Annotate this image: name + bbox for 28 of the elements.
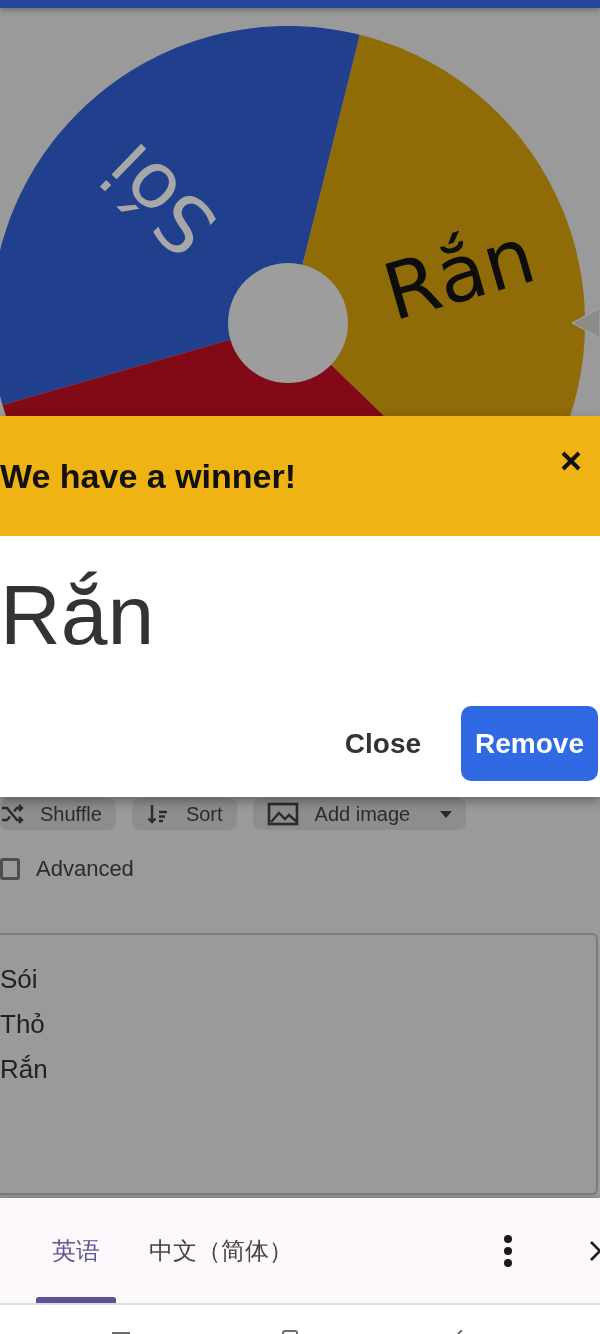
language-tab[interactable]: 英语: [36, 1198, 116, 1303]
checkbox[interactable]: [0, 858, 20, 880]
slice-label: Sói: [85, 125, 235, 274]
text-button[interactable]: Close: [330, 706, 436, 781]
entry-line: Rắn: [0, 1053, 49, 1086]
entries-field[interactable]: Sói Thỏ Rắn: [0, 933, 598, 1195]
nav-icon[interactable]: [455, 1330, 463, 1334]
entry-line: Sói: [0, 963, 39, 996]
winner-name: Rắn: [0, 567, 155, 664]
entry-line: Thỏ: [0, 1008, 46, 1041]
more-options-icon[interactable]: [504, 1234, 512, 1267]
wheel-hub[interactable]: [228, 263, 348, 383]
language-tab[interactable]: 中文（简体）: [133, 1198, 309, 1303]
sort-button[interactable]: Sort: [131, 798, 237, 830]
close-icon[interactable]: [561, 451, 581, 471]
sort-icon: [145, 802, 170, 826]
add-image-button[interactable]: Add image: [252, 798, 467, 830]
nav-icon[interactable]: [112, 1330, 130, 1334]
slice-label: Rắn: [373, 209, 545, 339]
nav-icon[interactable]: [282, 1330, 298, 1334]
chevron-icon[interactable]: [590, 1240, 600, 1261]
pointer-icon: [571, 307, 600, 339]
primary-button[interactable]: Remove: [461, 706, 598, 781]
image-icon: [266, 802, 299, 826]
shuffle-icon: [0, 802, 24, 826]
checkbox-label[interactable]: Advanced: [36, 856, 134, 882]
shuffle-button[interactable]: Shuffle: [0, 798, 116, 830]
dialog-title: We have a winner!: [0, 456, 297, 496]
